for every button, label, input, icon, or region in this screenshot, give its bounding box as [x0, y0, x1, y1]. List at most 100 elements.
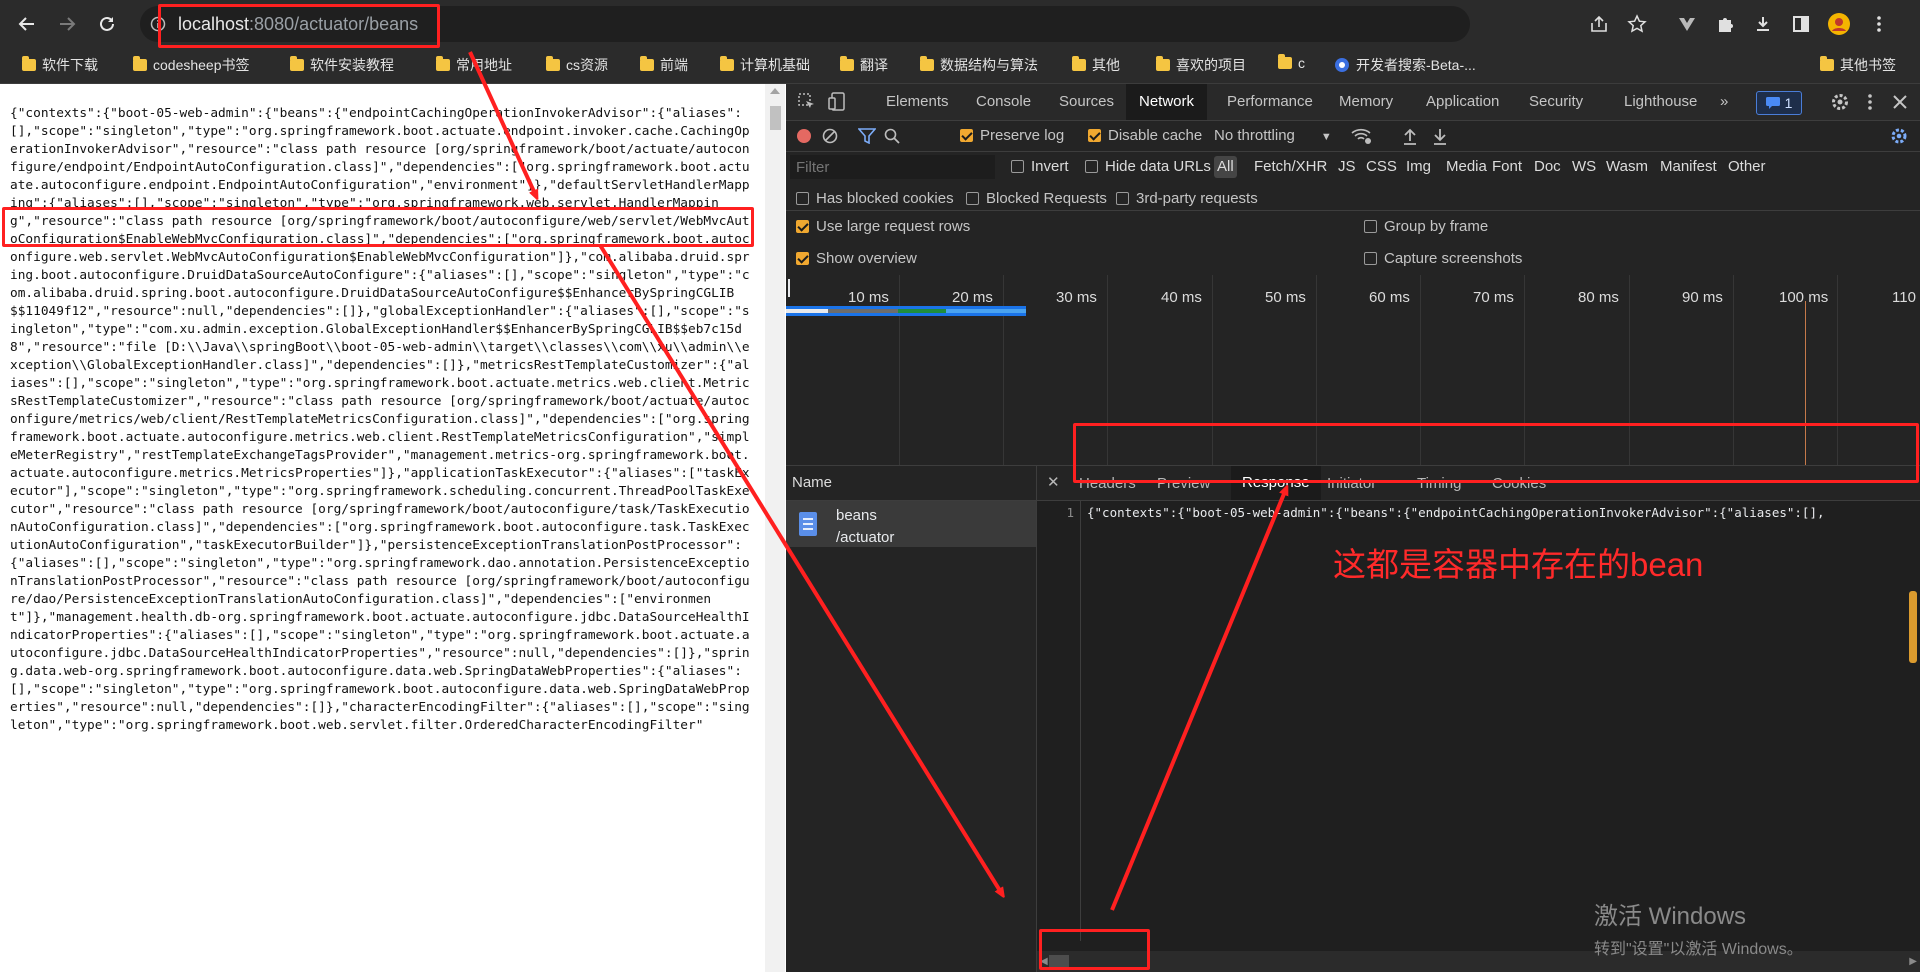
search-icon[interactable] — [884, 128, 900, 144]
filter-type-img[interactable]: Img — [1406, 158, 1431, 175]
timeline-tick: 60 ms — [1369, 289, 1410, 306]
share-icon — [1591, 15, 1607, 32]
filter-type-ws[interactable]: WS — [1572, 158, 1596, 175]
tab-lighthouse[interactable]: Lighthouse — [1624, 93, 1697, 110]
show-overview-checkbox[interactable]: Show overview — [796, 250, 917, 267]
network-conditions-icon[interactable] — [1351, 127, 1373, 145]
tab-security[interactable]: Security — [1529, 93, 1583, 110]
browser-menu-button[interactable] — [1866, 11, 1892, 37]
filter-type-manifest[interactable]: Manifest — [1660, 158, 1717, 175]
invert-checkbox[interactable]: Invert — [1011, 158, 1069, 175]
bookmark-folder[interactable]: 计算机基础 — [720, 55, 810, 75]
arrow-left-icon — [18, 17, 34, 31]
group-by-frame-checkbox[interactable]: Group by frame — [1364, 218, 1488, 235]
has-blocked-cookies-checkbox[interactable]: Has blocked cookies — [796, 190, 954, 207]
bookmark-link[interactable]: 开发者搜索-Beta-... — [1334, 55, 1476, 75]
tab-application[interactable]: Application — [1426, 93, 1499, 110]
profile-button[interactable] — [1826, 11, 1852, 37]
reload-button[interactable] — [94, 11, 120, 37]
tab-memory[interactable]: Memory — [1339, 93, 1393, 110]
hide-data-urls-checkbox[interactable]: Hide data URLs — [1085, 158, 1211, 175]
filter-type-fetch-xhr[interactable]: Fetch/XHR — [1254, 158, 1327, 175]
forward-button[interactable] — [54, 11, 80, 37]
request-row[interactable]: beans/actuator — [786, 501, 1036, 547]
extension-v-button[interactable] — [1674, 11, 1700, 37]
record-icon[interactable] — [796, 128, 812, 144]
timeline-start-handle[interactable] — [788, 279, 790, 297]
scroll-right-arrow-icon[interactable]: ▶ — [1909, 956, 1917, 967]
timeline-tick: 50 ms — [1265, 289, 1306, 306]
side-panel-button[interactable] — [1788, 11, 1814, 37]
bookmark-folder[interactable]: 软件安装教程 — [290, 55, 394, 75]
downloads-button[interactable] — [1750, 11, 1776, 37]
close-icon[interactable] — [1892, 94, 1908, 110]
more-tabs-chevron-icon[interactable]: » — [1720, 93, 1728, 110]
page-scrollbar[interactable] — [765, 84, 785, 972]
scroll-up-arrow-icon[interactable] — [770, 88, 780, 94]
export-har-icon[interactable] — [1432, 127, 1448, 145]
blocked-requests-checkbox[interactable]: Blocked Requests — [966, 190, 1107, 207]
filter-icon[interactable] — [858, 128, 876, 144]
filter-type-all[interactable]: All — [1214, 156, 1237, 178]
filter-type-doc[interactable]: Doc — [1534, 158, 1561, 175]
inspect-element-icon[interactable] — [798, 93, 816, 111]
tab-network[interactable]: Network — [1126, 84, 1208, 120]
bookmark-folder[interactable]: 其他 — [1072, 55, 1120, 75]
issues-badge[interactable]: 1 — [1756, 91, 1802, 115]
capture-screenshots-checkbox[interactable]: Capture screenshots — [1364, 250, 1522, 267]
vertical-scroll-thumb[interactable] — [1909, 591, 1917, 663]
tab-performance[interactable]: Performance — [1227, 93, 1313, 110]
extensions-button[interactable] — [1712, 11, 1738, 37]
watermark-subtitle: 转到"设置"以激活 Windows。 — [1594, 941, 1803, 958]
bookmark-folder[interactable]: 常用地址 — [436, 55, 512, 75]
tab-elements[interactable]: Elements — [886, 93, 949, 110]
disable-cache-checkbox[interactable]: Disable cache — [1088, 127, 1202, 144]
tab-sources[interactable]: Sources — [1059, 93, 1114, 110]
filter-type-other[interactable]: Other — [1728, 158, 1766, 175]
blocked-filters-row: Has blocked cookies Blocked Requests 3rd… — [786, 184, 1920, 210]
page-scroll-thumb[interactable] — [770, 106, 781, 130]
close-details-icon[interactable]: ✕ — [1047, 473, 1060, 491]
filter-type-css[interactable]: CSS — [1366, 158, 1397, 175]
bookmark-folder[interactable]: 翻译 — [840, 55, 888, 75]
import-har-icon[interactable] — [1402, 127, 1418, 145]
folder-icon — [546, 56, 560, 71]
share-button[interactable] — [1586, 11, 1612, 37]
download-icon — [1757, 17, 1769, 31]
third-party-requests-checkbox[interactable]: 3rd-party requests — [1116, 190, 1258, 207]
network-toolbar: Preserve log Disable cache No throttling… — [786, 121, 1920, 152]
message-icon — [1765, 97, 1780, 109]
tab-console[interactable]: Console — [976, 93, 1031, 110]
filter-type-font[interactable]: Font — [1492, 158, 1522, 175]
name-column-header[interactable]: Name — [786, 466, 1036, 501]
clear-icon[interactable] — [822, 128, 838, 144]
settings-gear-icon[interactable] — [1830, 92, 1850, 112]
network-settings-gear-icon[interactable] — [1890, 127, 1908, 145]
bookmark-folder[interactable]: 喜欢的项目 — [1156, 55, 1246, 75]
filter-type-js[interactable]: JS — [1338, 158, 1356, 175]
response-line: {"contexts":{"boot-05-web-admin":{"beans… — [1087, 505, 1825, 520]
arrow-right-icon — [60, 17, 76, 31]
preserve-log-checkbox[interactable]: Preserve log — [960, 127, 1064, 144]
filter-input[interactable] — [790, 155, 995, 179]
folder-icon — [720, 56, 734, 71]
other-bookmarks[interactable]: 其他书签 — [1820, 55, 1896, 75]
bookmark-star-button[interactable] — [1624, 11, 1650, 37]
bookmark-folder[interactable]: c — [1278, 54, 1305, 71]
large-rows-checkbox[interactable]: Use large request rows — [796, 218, 970, 235]
device-toolbar-icon[interactable] — [828, 92, 846, 112]
timeline-tick: 100 ms — [1779, 289, 1829, 306]
dropdown-arrow-icon: ▼ — [1320, 131, 1332, 143]
back-button[interactable] — [14, 11, 40, 37]
bookmark-folder[interactable]: 前端 — [640, 55, 688, 75]
filter-type-media[interactable]: Media — [1446, 158, 1487, 175]
bookmarks-bar: 软件下载 codesheep书签 软件安装教程 常用地址 cs资源 前端 计算机… — [0, 47, 1920, 84]
throttling-select[interactable]: No throttling ▼ — [1214, 127, 1332, 144]
bookmark-folder[interactable]: 软件下载 — [22, 55, 98, 75]
folder-icon — [1072, 56, 1086, 71]
bookmark-folder[interactable]: cs资源 — [546, 55, 608, 75]
kebab-menu-icon[interactable] — [1864, 92, 1876, 112]
bookmark-folder[interactable]: codesheep书签 — [133, 55, 250, 75]
filter-type-wasm[interactable]: Wasm — [1606, 158, 1648, 175]
bookmark-folder[interactable]: 数据结构与算法 — [920, 55, 1038, 75]
